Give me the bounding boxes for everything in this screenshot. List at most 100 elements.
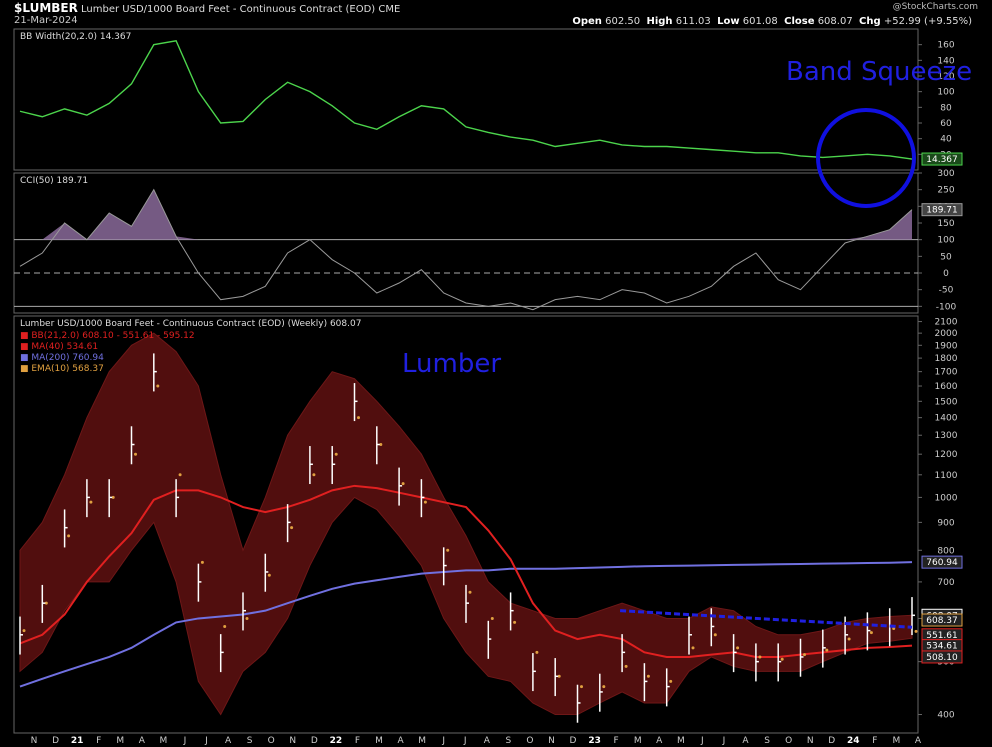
y-tick-label: 60: [940, 119, 952, 129]
price-series-legend: ■ MA(40) 534.61: [20, 342, 98, 352]
y-tick-label: 1400: [935, 414, 958, 424]
y-tick-label: 300: [937, 169, 954, 179]
y-tick-label: 100: [937, 236, 954, 246]
ema10-point: [178, 473, 182, 477]
ema10-point: [602, 685, 606, 689]
x-tick-label: N: [548, 736, 555, 746]
panel-legend: CCI(50) 189.71: [20, 176, 88, 186]
x-tick-label: S: [764, 736, 770, 746]
cci-overbought-area: [20, 189, 912, 240]
x-tick-label: J: [463, 736, 467, 746]
ema10-point: [624, 664, 628, 668]
y-tick-label: 700: [937, 578, 954, 588]
ema10-point: [646, 674, 650, 678]
ema10-point: [691, 646, 695, 650]
y-tick-label: 900: [937, 518, 954, 528]
y-tick-label: 100: [937, 88, 954, 98]
y-tick-label: -50: [939, 286, 954, 296]
y-tick-label: 1700: [935, 368, 958, 378]
ema10-point: [334, 452, 338, 456]
y-tick-label: 1900: [935, 341, 958, 351]
y-tick-label: 80: [940, 103, 952, 113]
ema10-point: [758, 655, 762, 659]
y-tick-label: 40: [940, 135, 952, 145]
y-tick-label: 1200: [935, 450, 958, 460]
y-tick-label: 1500: [935, 397, 958, 407]
x-tick-label: M: [418, 736, 426, 746]
x-tick-label: D: [311, 736, 318, 746]
ema10-point: [267, 573, 271, 577]
x-tick-label: D: [52, 736, 59, 746]
y-tick-label: 1800: [935, 354, 958, 364]
ema10-point: [357, 416, 360, 420]
y-tick-label: 1300: [935, 431, 958, 441]
ema10-point: [223, 624, 227, 628]
price-value-label: 608.37: [926, 616, 958, 626]
y-tick-label: 1100: [935, 471, 958, 481]
ema10-point: [446, 548, 450, 552]
price-value-label: 760.94: [926, 558, 958, 568]
x-tick-label: O: [785, 736, 792, 746]
x-tick-label: D: [828, 736, 835, 746]
y-tick-label: 160: [937, 41, 954, 51]
x-tick-label: J: [722, 736, 726, 746]
x-tick-label: 21: [71, 736, 84, 746]
y-tick-label: -100: [936, 302, 957, 312]
ema10-point: [401, 482, 405, 486]
x-tick-label: J: [441, 736, 445, 746]
x-tick-label: A: [139, 736, 146, 746]
ema10-point: [200, 560, 204, 564]
ema10-point: [825, 648, 829, 652]
ema10-point: [89, 500, 93, 504]
x-tick-label: 23: [588, 736, 601, 746]
price-series-legend: ■ EMA(10) 568.37: [20, 364, 104, 374]
price-value-label: 534.61: [926, 642, 958, 652]
x-tick-label: S: [505, 736, 511, 746]
ema10-point: [713, 633, 717, 637]
ema10-point: [423, 500, 427, 504]
x-tick-label: M: [634, 736, 642, 746]
panel-legend: BB Width(20,2.0) 14.367: [20, 32, 131, 42]
price-value-label: 508.10: [926, 653, 958, 663]
x-tick-label: A: [397, 736, 404, 746]
ema10-point: [22, 629, 26, 633]
x-tick-label: M: [677, 736, 685, 746]
x-tick-label: F: [614, 736, 619, 746]
ema10-point: [67, 534, 71, 538]
ema10-point: [803, 653, 806, 657]
x-tick-label: O: [268, 736, 275, 746]
ema10-point: [490, 616, 494, 620]
ema10-point: [156, 384, 160, 388]
x-tick-label: A: [225, 736, 232, 746]
x-tick-label: F: [355, 736, 360, 746]
y-tick-label: 800: [937, 546, 954, 556]
x-tick-label: M: [116, 736, 124, 746]
cci-value-label: 189.71: [926, 206, 958, 216]
price-series-legend: ■ MA(200) 760.94: [20, 353, 104, 363]
ema10-point: [468, 590, 472, 594]
price-series-legend: ■ BB(21,2.0) 608.10 - 551.61 - 595.12: [20, 331, 195, 341]
panel-legend: Lumber USD/1000 Board Feet - Continuous …: [20, 319, 361, 329]
squeeze-circle: [816, 108, 916, 208]
x-tick-label: A: [484, 736, 491, 746]
y-tick-label: 50: [940, 252, 952, 262]
x-tick-label: S: [247, 736, 253, 746]
x-tick-label: N: [31, 736, 38, 746]
x-tick-label: M: [375, 736, 383, 746]
x-tick-label: F: [96, 736, 101, 746]
x-tick-label: O: [526, 736, 533, 746]
ema10-point: [290, 526, 294, 530]
chart-canvas: 20406080100120140160BB Width(20,2.0) 14.…: [13, 28, 972, 746]
bbwidth-line: [19, 39, 913, 160]
y-tick-label: 1000: [935, 493, 958, 503]
x-tick-label: M: [159, 736, 167, 746]
x-tick-label: 24: [847, 736, 860, 746]
ema10-point: [580, 685, 583, 689]
x-tick-label: A: [915, 736, 922, 746]
y-tick-label: 1600: [935, 382, 958, 392]
ema10-point: [312, 473, 316, 477]
ema10-point: [869, 631, 873, 635]
ema10-point: [669, 679, 673, 683]
panel-frame: [13, 28, 919, 171]
y-tick-label: 0: [943, 269, 949, 279]
